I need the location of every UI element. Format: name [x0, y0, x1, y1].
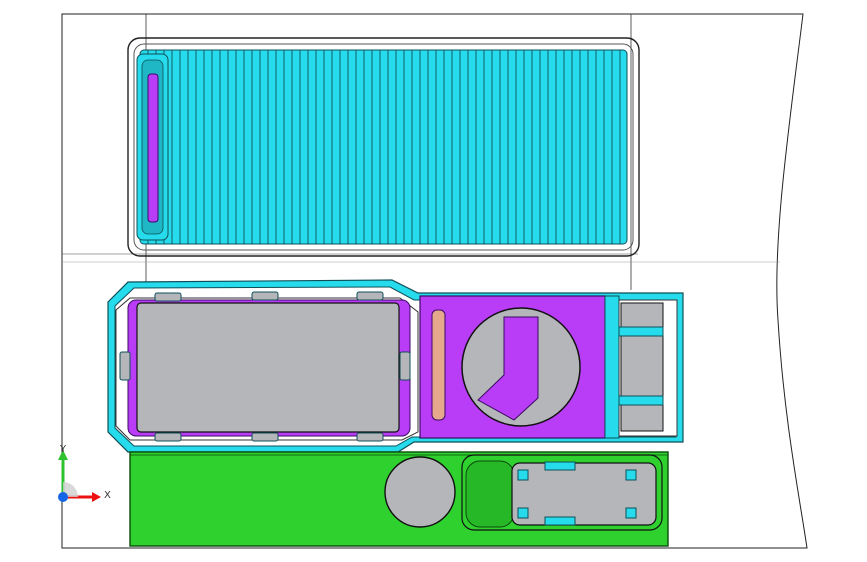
clip: [154, 432, 182, 442]
cad-viewport[interactable]: Y X: [0, 0, 867, 562]
hinge-area: [604, 295, 678, 439]
clip: [154, 292, 182, 302]
storage-bin-floor: [136, 302, 400, 433]
clip: [251, 432, 279, 442]
cup-holder-section[interactable]: [419, 295, 606, 439]
x-axis-label: X: [104, 490, 111, 501]
clip: [251, 291, 279, 301]
clip: [119, 351, 131, 381]
tray-lip: [465, 460, 515, 528]
clip: [399, 351, 411, 381]
clip: [356, 432, 384, 442]
clip: [356, 291, 384, 301]
z-axis-dot-icon: [58, 492, 68, 502]
green-base[interactable]: [129, 451, 669, 547]
cup-slot: [431, 309, 446, 421]
console-model: Y X: [58, 13, 808, 549]
roller-tray[interactable]: [127, 37, 640, 257]
small-cup-holder[interactable]: [384, 456, 456, 528]
y-axis-label: Y: [59, 444, 67, 455]
